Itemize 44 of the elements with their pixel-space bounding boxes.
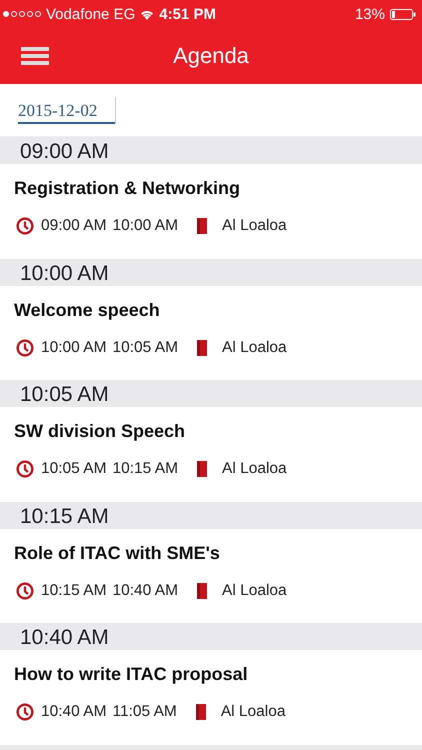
clock-icon <box>16 338 34 356</box>
battery-icon <box>390 8 416 20</box>
session-title: Welcome speech <box>14 300 161 320</box>
start-time: 10:15 AM <box>41 582 106 600</box>
clock-time: 4:51 PM <box>159 6 216 22</box>
door-icon <box>196 217 208 235</box>
page-title: Agenda <box>172 43 250 69</box>
start-time: 10:40 AM <box>41 703 106 721</box>
clock-icon <box>16 460 34 478</box>
signal-icon <box>3 11 41 17</box>
time-section-header: 09:00 AM <box>0 137 422 164</box>
time-section-header: 10:05 AM <box>0 380 422 407</box>
room-name: Al Loaloa <box>222 582 287 600</box>
clock-icon <box>16 582 34 600</box>
room-name: Al Loaloa <box>222 338 287 356</box>
date-tab[interactable]: 2015-12-02 <box>18 96 116 124</box>
clock-icon <box>16 703 34 721</box>
door-icon <box>196 460 208 478</box>
session-title: Registration & Networking <box>14 178 242 199</box>
end-time: 10:00 AM <box>112 217 178 235</box>
wifi-icon <box>140 8 154 20</box>
start-time: 10:00 AM <box>41 338 106 356</box>
session-title: Role of ITAC with SME's <box>14 542 221 564</box>
start-time: 10:05 AM <box>41 460 106 478</box>
door-icon <box>194 703 207 721</box>
end-time: 10:05 AM <box>112 338 178 356</box>
clock-icon <box>16 217 34 235</box>
end-time: 10:40 AM <box>112 582 178 600</box>
menu-icon[interactable] <box>21 47 49 65</box>
session-title: SW division Speech <box>14 421 186 442</box>
room-name: Al Loaloa <box>222 460 287 478</box>
session-title: How to write ITAC proposal <box>14 664 249 685</box>
end-time: 10:15 AM <box>112 460 178 478</box>
start-time: 09:00 AM <box>41 217 106 235</box>
battery-level: 13% <box>354 6 385 22</box>
time-section-header: 10:40 AM <box>0 623 422 650</box>
time-section-header: 10:15 AM <box>0 502 422 528</box>
end-time: 11:05 AM <box>112 703 177 721</box>
door-icon <box>196 582 208 600</box>
room-name: Al Loaloa <box>222 217 287 235</box>
time-section-header: 10:00 AM <box>0 258 422 286</box>
room-name: Al Loaloa <box>220 703 286 721</box>
carrier-name: Vodafone EG <box>46 6 136 22</box>
door-icon <box>196 338 208 356</box>
